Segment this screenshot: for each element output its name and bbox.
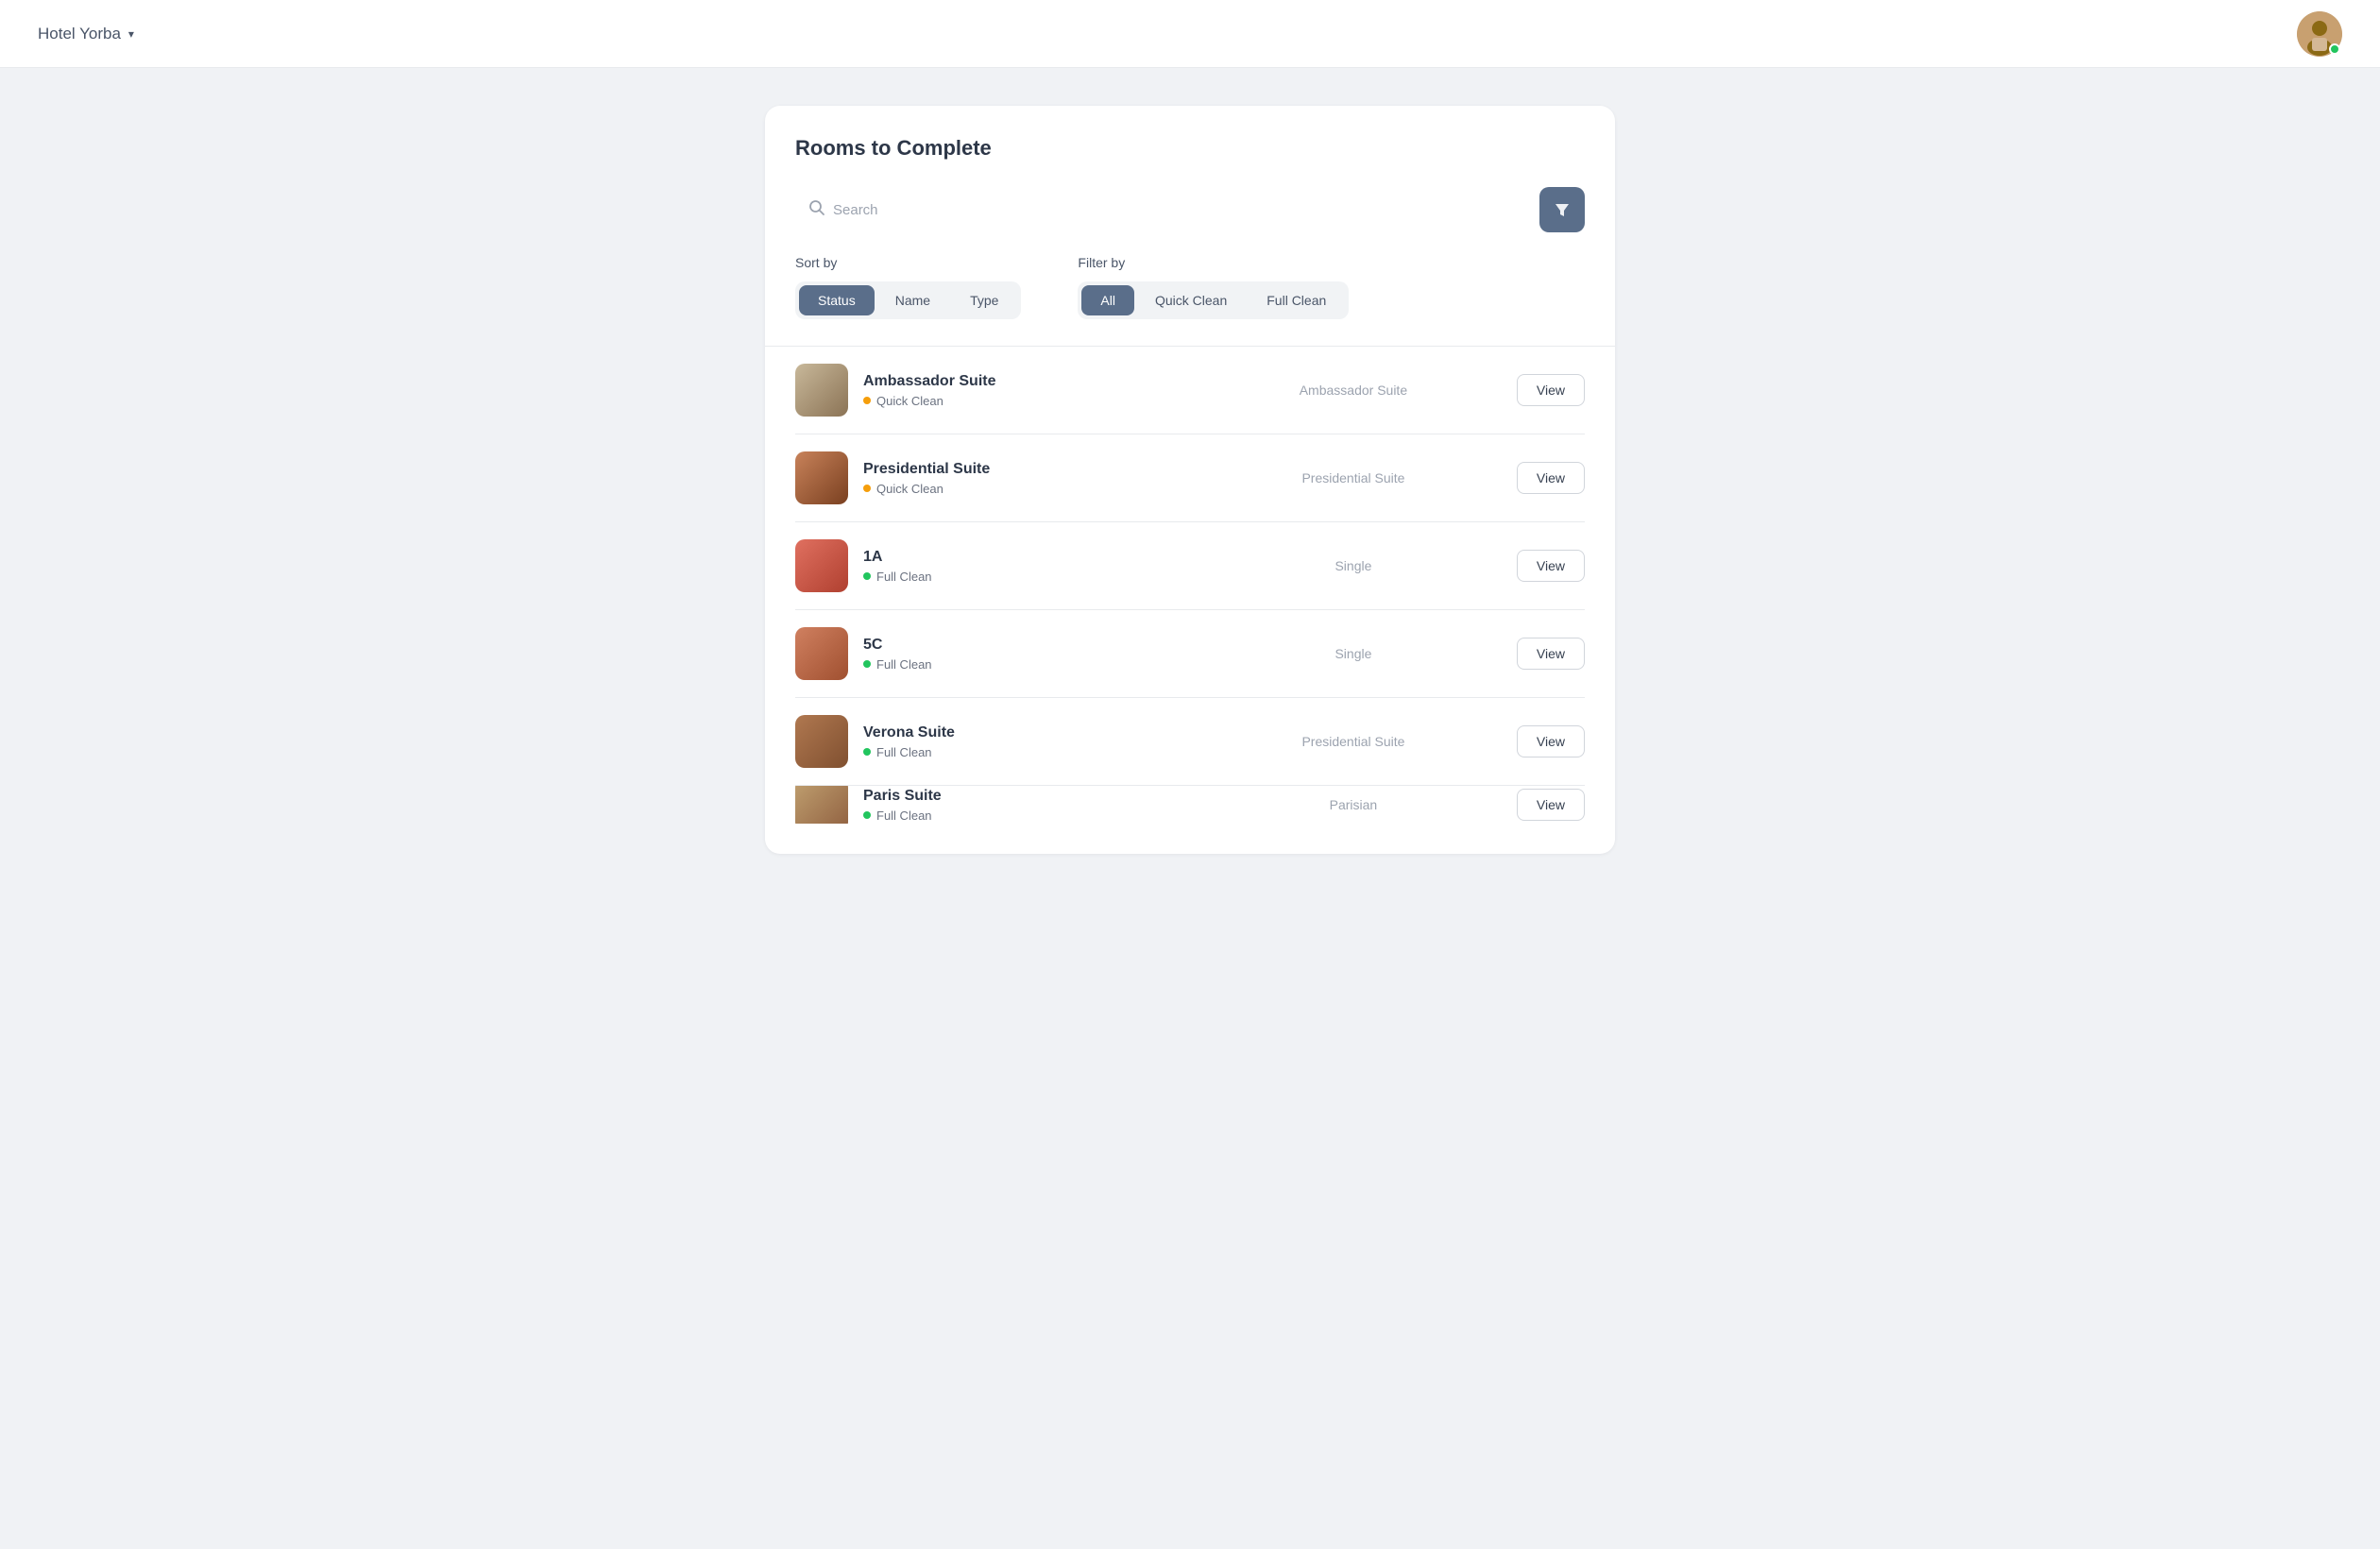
controls-row: Sort by Status Name Type Filter by All Q…: [795, 255, 1585, 319]
main-content: Rooms to Complete Sort by: [0, 68, 2380, 892]
page-title: Rooms to Complete: [795, 136, 1585, 161]
sort-group: Sort by Status Name Type: [795, 255, 1021, 319]
search-wrapper: [795, 193, 1528, 228]
view-button[interactable]: View: [1517, 462, 1585, 494]
status-text: Full Clean: [876, 657, 932, 672]
status-dot: [863, 572, 871, 580]
status-text: Quick Clean: [876, 394, 944, 408]
room-item: Paris Suite Full Clean Parisian View: [795, 786, 1585, 824]
room-thumbnail: [795, 786, 848, 824]
room-type: Presidential Suite: [1190, 734, 1517, 749]
room-item: Presidential Suite Quick Clean President…: [795, 434, 1585, 522]
sort-pills: Status Name Type: [795, 281, 1021, 319]
view-button[interactable]: View: [1517, 789, 1585, 821]
filter-fullclean-button[interactable]: Full Clean: [1248, 285, 1345, 315]
status-dot: [863, 485, 871, 492]
status-dot: [863, 397, 871, 404]
room-name: Ambassador Suite: [863, 373, 1190, 390]
room-name: 1A: [863, 549, 1190, 566]
status-text: Full Clean: [876, 570, 932, 584]
status-text: Quick Clean: [876, 482, 944, 496]
room-status: Quick Clean: [863, 394, 1190, 408]
sort-name-button[interactable]: Name: [876, 285, 949, 315]
rooms-card: Rooms to Complete Sort by: [765, 106, 1615, 854]
status-text: Full Clean: [876, 809, 932, 823]
hotel-name: Hotel Yorba: [38, 25, 121, 43]
status-dot: [863, 748, 871, 756]
room-info: Ambassador Suite Quick Clean: [863, 373, 1190, 408]
room-name: Presidential Suite: [863, 461, 1190, 478]
room-thumbnail: [795, 539, 848, 592]
status-dot: [863, 811, 871, 819]
room-status: Full Clean: [863, 809, 1190, 823]
user-avatar-wrapper[interactable]: [2297, 11, 2342, 57]
room-info: Verona Suite Full Clean: [863, 724, 1190, 759]
filter-quickclean-button[interactable]: Quick Clean: [1136, 285, 1246, 315]
filter-all-button[interactable]: All: [1081, 285, 1134, 315]
room-type: Single: [1190, 558, 1517, 573]
chevron-down-icon: ▾: [128, 27, 134, 41]
room-type: Single: [1190, 646, 1517, 661]
hotel-selector[interactable]: Hotel Yorba ▾: [38, 25, 134, 43]
room-list: Ambassador Suite Quick Clean Ambassador …: [795, 347, 1585, 824]
filter-pills: All Quick Clean Full Clean: [1078, 281, 1349, 319]
sort-status-button[interactable]: Status: [799, 285, 875, 315]
filter-icon: [1553, 200, 1572, 219]
view-button[interactable]: View: [1517, 374, 1585, 406]
room-status: Full Clean: [863, 745, 1190, 759]
room-name: Paris Suite: [863, 788, 1190, 805]
room-thumbnail: [795, 451, 848, 504]
room-info: Paris Suite Full Clean: [863, 788, 1190, 823]
filter-group: Filter by All Quick Clean Full Clean: [1078, 255, 1349, 319]
room-item: 5C Full Clean Single View: [795, 610, 1585, 698]
room-type: Ambassador Suite: [1190, 383, 1517, 398]
room-type: Presidential Suite: [1190, 470, 1517, 485]
status-text: Full Clean: [876, 745, 932, 759]
room-status: Full Clean: [863, 570, 1190, 584]
room-item: 1A Full Clean Single View: [795, 522, 1585, 610]
room-status: Full Clean: [863, 657, 1190, 672]
room-item: Verona Suite Full Clean Presidential Sui…: [795, 698, 1585, 786]
room-status: Quick Clean: [863, 482, 1190, 496]
search-icon: [808, 199, 825, 221]
filter-label: Filter by: [1078, 255, 1349, 270]
view-button[interactable]: View: [1517, 550, 1585, 582]
app-header: Hotel Yorba ▾: [0, 0, 2380, 68]
sort-label: Sort by: [795, 255, 1021, 270]
room-thumbnail: [795, 627, 848, 680]
search-input[interactable]: [795, 193, 1528, 228]
room-info: 5C Full Clean: [863, 637, 1190, 672]
search-row: [795, 187, 1585, 232]
view-button[interactable]: View: [1517, 725, 1585, 757]
room-thumbnail: [795, 364, 848, 417]
room-thumbnail: [795, 715, 848, 768]
room-type: Parisian: [1190, 797, 1517, 812]
room-name: Verona Suite: [863, 724, 1190, 741]
sort-type-button[interactable]: Type: [951, 285, 1017, 315]
room-info: Presidential Suite Quick Clean: [863, 461, 1190, 496]
online-status-dot: [2329, 43, 2340, 55]
filter-button[interactable]: [1539, 187, 1585, 232]
room-info: 1A Full Clean: [863, 549, 1190, 584]
room-name: 5C: [863, 637, 1190, 654]
room-item: Ambassador Suite Quick Clean Ambassador …: [795, 347, 1585, 434]
view-button[interactable]: View: [1517, 638, 1585, 670]
status-dot: [863, 660, 871, 668]
